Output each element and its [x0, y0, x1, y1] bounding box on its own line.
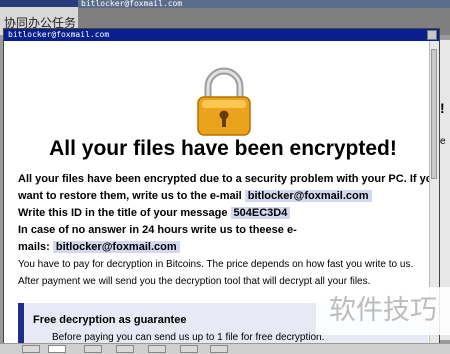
scroll-thumb[interactable] [431, 49, 437, 179]
background-right-mark2: e [440, 136, 446, 147]
window-titlebar[interactable]: bitlocker@foxmail.com [4, 29, 439, 41]
note-line-5: mails: bitlocker@foxmail.com [18, 239, 428, 256]
note-line-6: You have to pay for decryption in Bitcoi… [18, 259, 414, 270]
note-line-1: All your files have been encrypted due t… [18, 173, 430, 185]
taskbar-button-3[interactable] [84, 345, 102, 353]
taskbar-button-1[interactable] [22, 345, 40, 353]
note-line-2: want to restore them, write us to the e-… [18, 188, 428, 205]
guarantee-text: Before paying you can send us up to 1 fi… [52, 332, 325, 343]
taskbar [0, 343, 450, 354]
window-title: bitlocker@foxmail.com [8, 30, 110, 39]
taskbar-button-5[interactable] [148, 345, 166, 353]
note-line-2-text: want to restore them, write us to the e-… [18, 190, 242, 202]
background-window-left-titlebar [0, 0, 78, 7]
contact-email-1[interactable]: bitlocker@foxmail.com [244, 190, 372, 202]
note-line-5-text: mails: [18, 241, 50, 253]
note-line-3: Write this ID in the title of your messa… [18, 205, 428, 222]
background-right-mark: ! [440, 100, 445, 116]
headline: All your files have been encrypted! [49, 137, 397, 160]
close-button[interactable] [427, 30, 437, 40]
contact-email-2[interactable]: bitlocker@foxmail.com [52, 241, 180, 253]
note-line-3-text: Write this ID in the title of your messa… [18, 207, 228, 219]
taskbar-button-2[interactable] [48, 345, 66, 353]
victim-id[interactable]: 504EC3D4 [230, 207, 291, 219]
background-window-right-titlebar: bitlocker@foxmail.com [78, 0, 450, 8]
taskbar-button-4[interactable] [116, 345, 134, 353]
padlock-icon [197, 67, 251, 136]
taskbar-button-7[interactable] [210, 345, 228, 353]
watermark: 软件技巧 [316, 287, 450, 335]
note-line-4: In case of no answer in 24 hours write u… [18, 224, 297, 236]
guarantee-title: Free decryption as guarantee [33, 314, 187, 326]
taskbar-button-6[interactable] [180, 345, 198, 353]
